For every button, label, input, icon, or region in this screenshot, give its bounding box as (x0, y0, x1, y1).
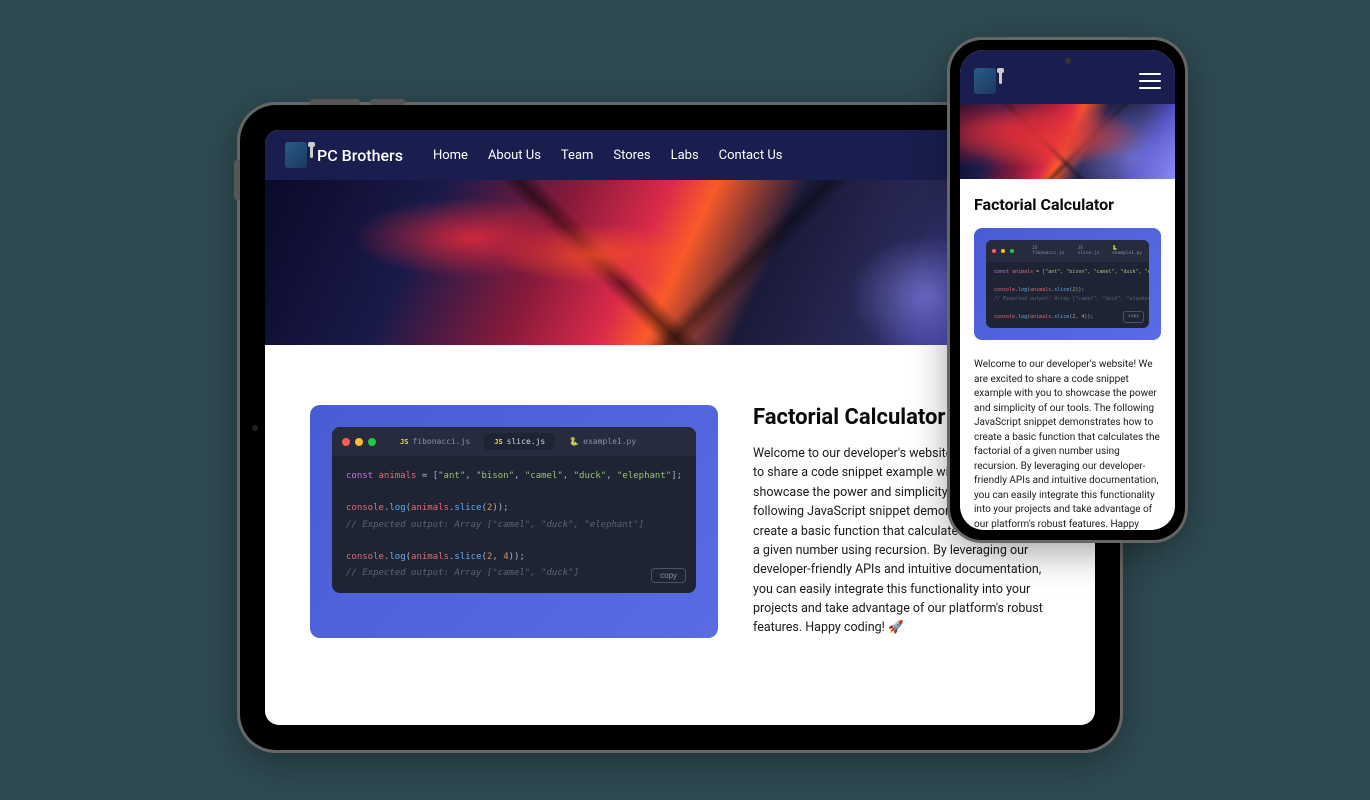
hero-image-mobile (960, 104, 1175, 179)
window-controls-mobile (992, 249, 1014, 253)
maximize-icon[interactable] (368, 438, 376, 446)
copy-button[interactable]: copy (651, 568, 686, 583)
minimize-icon[interactable] (355, 438, 363, 446)
tab-example-py-mobile[interactable]: 🐍 example1.py (1107, 244, 1147, 258)
code-editor-window-mobile: JS fibonacci.js JS slice.js 🐍 example1.p… (986, 240, 1149, 328)
window-controls (342, 438, 376, 446)
code-snippet-card-mobile: JS fibonacci.js JS slice.js 🐍 example1.p… (974, 228, 1161, 340)
nav-about[interactable]: About Us (488, 148, 541, 163)
tab-fibonacci-mobile[interactable]: JS fibonacci.js (1027, 244, 1070, 258)
tablet-volume-button (370, 99, 405, 105)
phone-screen: Factorial Calculator JS fibonacci.js JS … (960, 50, 1175, 530)
maximize-icon[interactable] (1010, 249, 1014, 253)
js-icon: JS (400, 438, 408, 446)
nav-labs[interactable]: Labs (671, 148, 699, 163)
code-snippet-card: JSfibonacci.js JSslice.js 🐍example1.py c… (310, 405, 718, 638)
section-body-mobile: Welcome to our developer's website! We a… (974, 358, 1161, 530)
tablet-camera (252, 425, 258, 431)
wrench-pc-icon (285, 142, 307, 168)
wrench-pc-icon (974, 68, 996, 94)
nav-home[interactable]: Home (433, 148, 468, 163)
phone-device-frame: Factorial Calculator JS fibonacci.js JS … (950, 40, 1185, 540)
tab-fibonacci[interactable]: JSfibonacci.js (390, 433, 480, 450)
close-icon[interactable] (992, 249, 996, 253)
python-icon: 🐍 (569, 437, 579, 446)
nav-contact[interactable]: Contact Us (719, 148, 783, 163)
brand-logo-mobile[interactable] (974, 68, 996, 94)
hamburger-menu-icon[interactable] (1139, 73, 1161, 89)
tab-slice-mobile[interactable]: JS slice.js (1073, 244, 1105, 258)
brand-logo[interactable]: PC Brothers (285, 142, 403, 168)
copy-button-mobile[interactable]: copy (1123, 311, 1144, 323)
main-content-mobile: Factorial Calculator JS fibonacci.js JS … (960, 179, 1175, 530)
minimize-icon[interactable] (1001, 249, 1005, 253)
code-editor-window: JSfibonacci.js JSslice.js 🐍example1.py c… (332, 427, 696, 593)
close-icon[interactable] (342, 438, 350, 446)
nav-team[interactable]: Team (561, 148, 594, 163)
code-body[interactable]: const animals = ["ant", "bison", "camel"… (332, 456, 696, 593)
tablet-power-button (310, 99, 360, 105)
tab-example-py[interactable]: 🐍example1.py (559, 433, 646, 450)
tablet-side-button (234, 160, 240, 200)
tab-slice[interactable]: JSslice.js (484, 433, 555, 450)
code-body-mobile[interactable]: const animals = ["ant", "bison", "camel"… (986, 262, 1149, 328)
code-tabs-bar-mobile: JS fibonacci.js JS slice.js 🐍 example1.p… (986, 240, 1149, 262)
nav-links: Home About Us Team Stores Labs Contact U… (433, 148, 783, 163)
phone-camera (1065, 58, 1071, 64)
section-heading-mobile: Factorial Calculator (974, 195, 1161, 214)
nav-stores[interactable]: Stores (613, 148, 650, 163)
js-icon: JS (494, 438, 502, 446)
brand-name: PC Brothers (317, 146, 403, 165)
code-tabs-bar: JSfibonacci.js JSslice.js 🐍example1.py (332, 427, 696, 456)
